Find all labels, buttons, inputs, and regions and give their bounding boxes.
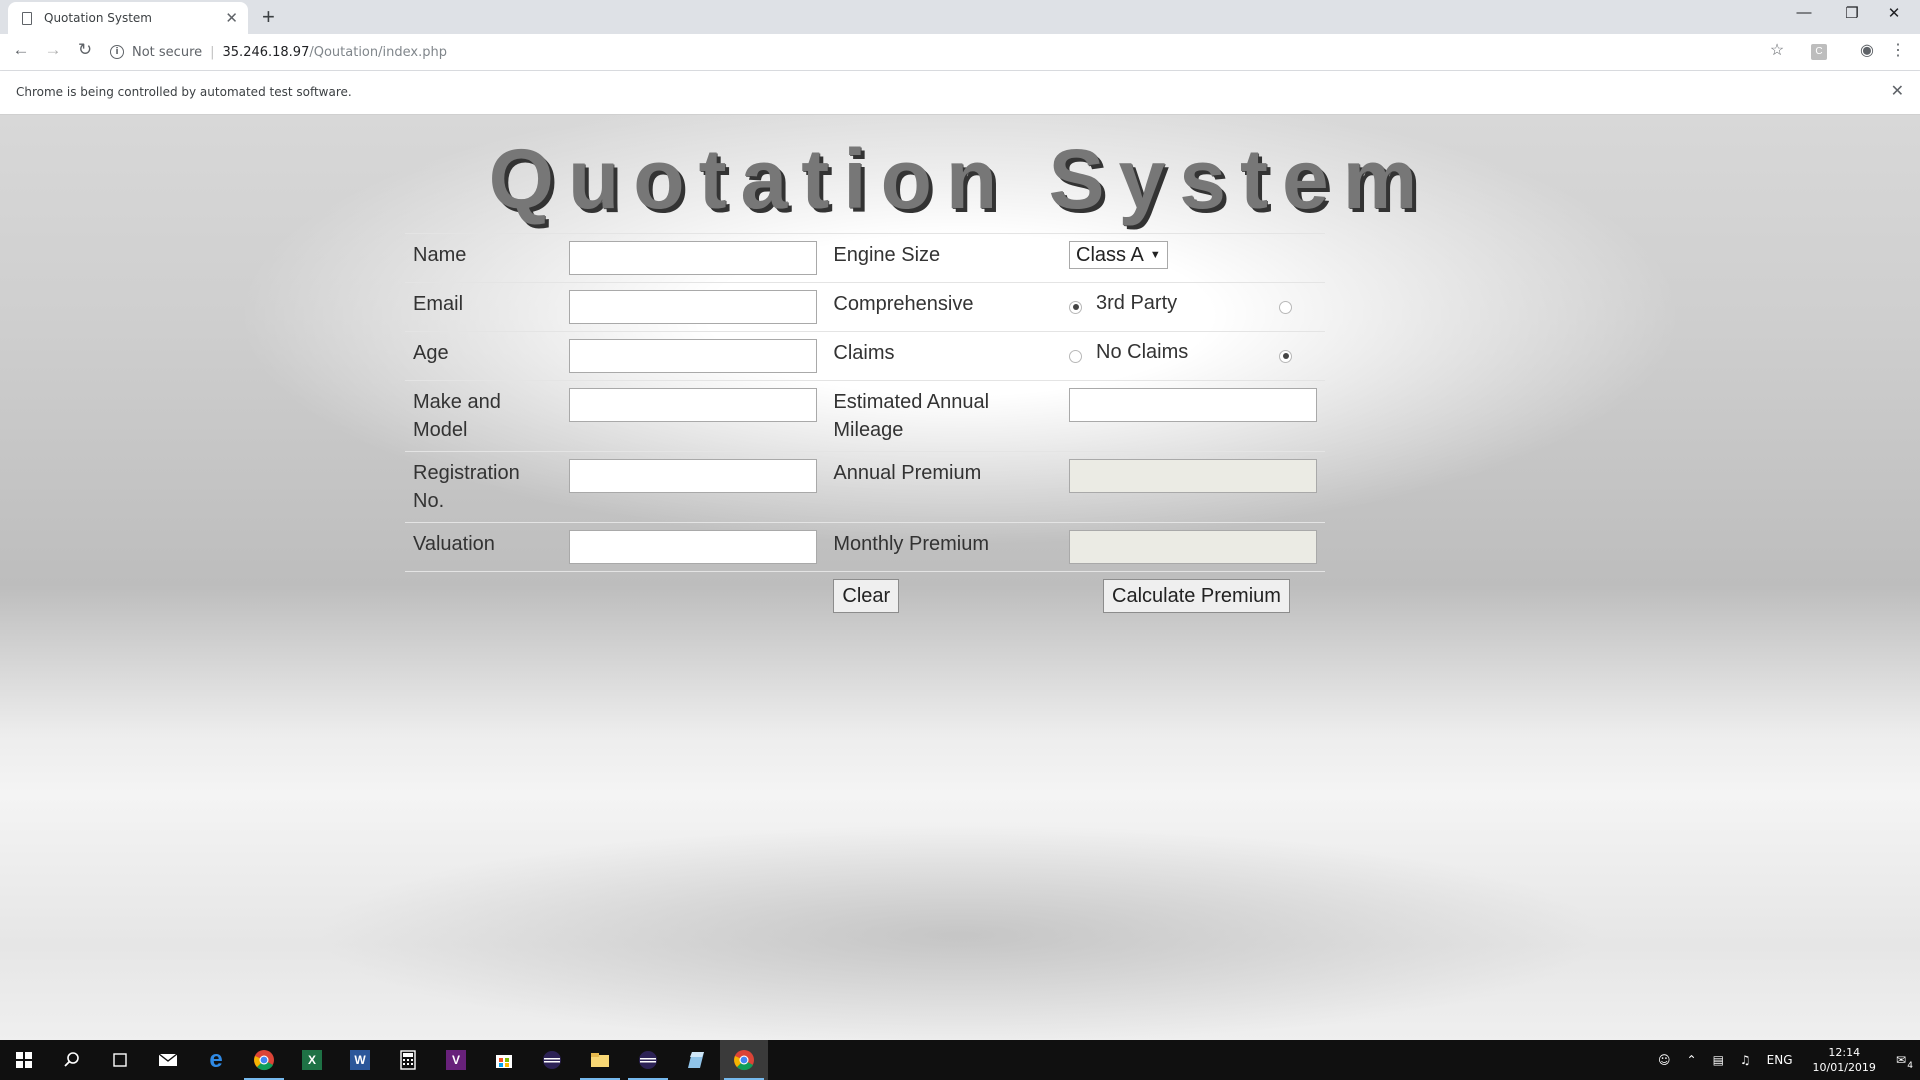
- claims-label: Claims: [825, 331, 1061, 381]
- omnibox-separator: |: [210, 44, 215, 60]
- close-tab-icon[interactable]: ✕: [225, 9, 238, 27]
- clear-button[interactable]: Clear: [833, 579, 900, 613]
- page-icon: [22, 11, 32, 25]
- visual-studio-icon[interactable]: V: [432, 1040, 480, 1080]
- engine-size-value: Class A: [1076, 244, 1144, 266]
- forward-icon[interactable]: →: [41, 40, 65, 60]
- notepad-icon[interactable]: [672, 1040, 720, 1080]
- third-party-label: 3rd Party: [1096, 292, 1178, 314]
- eclipse-ide-icon[interactable]: [624, 1040, 672, 1080]
- monthly-premium-label: Monthly Premium: [825, 522, 1061, 572]
- registration-label: Registration No.: [405, 451, 562, 523]
- chrome-active-icon[interactable]: [720, 1040, 768, 1080]
- engine-size-select[interactable]: Class A ▼: [1069, 241, 1168, 269]
- menu-icon[interactable]: ⋮: [1886, 40, 1910, 60]
- valuation-label: Valuation: [405, 522, 562, 572]
- address-bar[interactable]: i Not secure | 35.246.18.97/Qoutation/in…: [110, 38, 1780, 66]
- reload-icon[interactable]: ↻: [73, 40, 97, 60]
- mileage-input[interactable]: [1069, 388, 1317, 422]
- quotation-form: Name Engine Size Class A ▼ Email Compreh…: [405, 233, 1325, 620]
- excel-icon[interactable]: X: [288, 1040, 336, 1080]
- comprehensive-radio[interactable]: [1069, 300, 1082, 314]
- minimize-icon[interactable]: —: [1784, 4, 1824, 21]
- comprehensive-label: Comprehensive: [825, 282, 1061, 332]
- tab-title: Quotation System: [44, 11, 152, 25]
- calculate-premium-button[interactable]: Calculate Premium: [1103, 579, 1290, 613]
- browser-titlebar: Quotation System ✕ + — ❐ ✕: [0, 0, 1920, 34]
- word-icon[interactable]: W: [336, 1040, 384, 1080]
- third-party-radio[interactable]: [1279, 300, 1292, 314]
- monthly-premium-output: [1069, 530, 1317, 564]
- no-claims-radio[interactable]: [1279, 349, 1292, 363]
- volume-icon[interactable]: ♫: [1740, 1053, 1751, 1067]
- mail-icon[interactable]: [144, 1040, 192, 1080]
- email-input[interactable]: [569, 290, 818, 324]
- form-row: Name Engine Size Class A ▼: [405, 233, 1325, 283]
- calculator-icon[interactable]: [384, 1040, 432, 1080]
- url-path: /Qoutation/index.php: [309, 44, 447, 60]
- browser-tab[interactable]: Quotation System ✕: [8, 2, 248, 34]
- language-indicator[interactable]: ENG: [1767, 1053, 1793, 1067]
- name-label: Name: [405, 233, 562, 283]
- info-icon[interactable]: i: [110, 45, 124, 59]
- search-icon[interactable]: [48, 1040, 96, 1080]
- people-icon[interactable]: ☺: [1658, 1053, 1671, 1067]
- button-row: Clear Calculate Premium: [405, 571, 1325, 620]
- email-label: Email: [405, 282, 562, 332]
- close-window-icon[interactable]: ✕: [1874, 4, 1914, 22]
- file-explorer-icon[interactable]: [576, 1040, 624, 1080]
- back-icon[interactable]: ←: [9, 40, 33, 60]
- windows-taskbar: e X W V ☺ ⌃ ▤ ♫ ENG 12:14 10/01/2019 ✉ 4: [0, 1040, 1920, 1080]
- store-icon[interactable]: [480, 1040, 528, 1080]
- edge-icon[interactable]: e: [192, 1040, 240, 1080]
- show-hidden-icons-chevron-icon[interactable]: ⌃: [1687, 1053, 1697, 1067]
- form-row: Email Comprehensive 3rd Party: [405, 282, 1325, 332]
- no-claims-label: No Claims: [1096, 341, 1189, 363]
- automation-infobar: Chrome is being controlled by automated …: [0, 71, 1920, 115]
- annual-premium-label: Annual Premium: [825, 451, 1061, 523]
- browser-toolbar: ← → ↻ i Not secure | 35.246.18.97/Qoutat…: [0, 34, 1920, 71]
- form-row: Registration No. Annual Premium: [405, 451, 1325, 523]
- form-row: Valuation Monthly Premium: [405, 522, 1325, 572]
- infobar-close-icon[interactable]: ✕: [1891, 81, 1904, 101]
- infobar-text: Chrome is being controlled by automated …: [16, 85, 352, 99]
- engine-size-label: Engine Size: [825, 233, 1061, 283]
- age-input[interactable]: [569, 339, 818, 373]
- valuation-input[interactable]: [569, 530, 818, 564]
- task-view-icon[interactable]: [96, 1040, 144, 1080]
- mileage-label: Estimated Annual Mileage: [825, 380, 1061, 452]
- chrome-icon[interactable]: [240, 1040, 288, 1080]
- system-tray: ☺ ⌃ ▤ ♫ ENG 12:14 10/01/2019 ✉ 4: [1650, 1040, 1920, 1080]
- dropdown-arrow-icon: ▼: [1149, 249, 1161, 261]
- extension-icon[interactable]: C: [1811, 44, 1827, 60]
- annual-premium-output: [1069, 459, 1317, 493]
- name-input[interactable]: [569, 241, 818, 275]
- notifications-icon[interactable]: ✉ 4: [1896, 1053, 1913, 1071]
- claims-radio[interactable]: [1069, 349, 1082, 363]
- clock-date: 10/01/2019: [1812, 1061, 1876, 1074]
- page-body: Quotation System Name Engine Size Class …: [0, 115, 1920, 1040]
- make-model-input[interactable]: [569, 388, 818, 422]
- restore-icon[interactable]: ❐: [1832, 4, 1872, 22]
- new-tab-button[interactable]: +: [262, 4, 275, 30]
- bookmark-star-icon[interactable]: ☆: [1765, 40, 1789, 60]
- page-title: Quotation System: [488, 132, 1432, 226]
- profile-icon[interactable]: ◉: [1855, 40, 1879, 60]
- form-row: Make and Model Estimated Annual Mileage: [405, 380, 1325, 452]
- eclipse-icon[interactable]: [528, 1040, 576, 1080]
- registration-input[interactable]: [569, 459, 818, 493]
- url-host: 35.246.18.97: [222, 44, 310, 60]
- start-icon[interactable]: [0, 1040, 48, 1080]
- form-row: Age Claims No Claims: [405, 331, 1325, 381]
- notification-count: 4: [1907, 1061, 1913, 1071]
- make-model-label: Make and Model: [405, 380, 562, 452]
- clock[interactable]: 12:14 10/01/2019: [1813, 1045, 1876, 1075]
- network-icon[interactable]: ▤: [1713, 1053, 1724, 1067]
- security-label: Not secure: [132, 44, 203, 60]
- clock-time: 12:14: [1828, 1046, 1861, 1059]
- age-label: Age: [405, 331, 562, 381]
